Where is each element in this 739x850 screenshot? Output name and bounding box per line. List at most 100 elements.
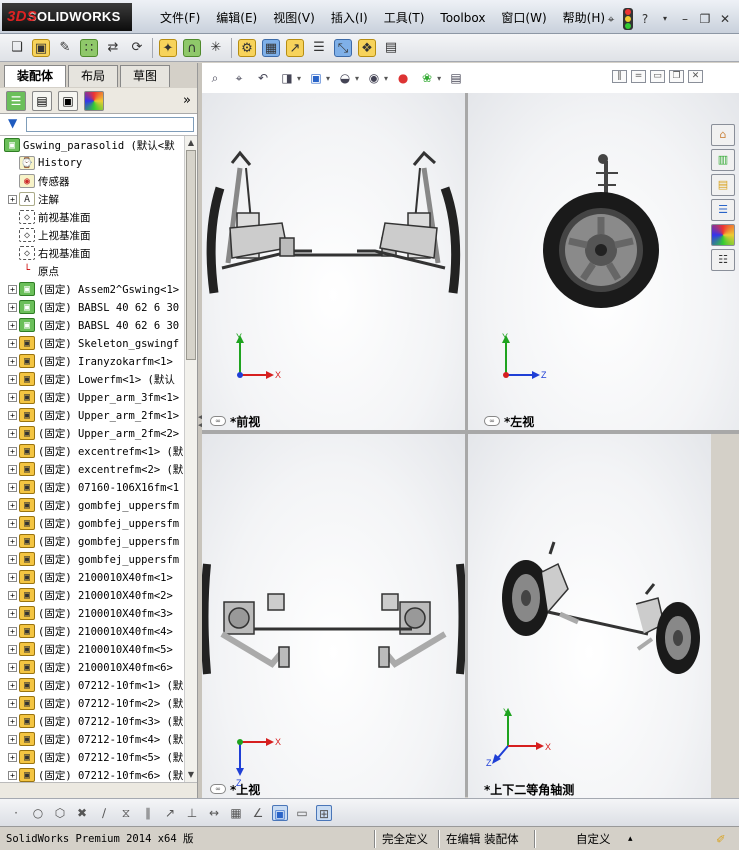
chevron-down-icon[interactable]: ▾ [657, 11, 673, 27]
expand-toggle-icon[interactable]: + [8, 536, 17, 546]
four-view-layout-icon[interactable]: ⊞ [316, 804, 332, 821]
home-icon[interactable]: ⌂ [711, 124, 735, 146]
expand-toggle-icon[interactable]: + [8, 572, 17, 582]
expand-toggle-icon[interactable]: + [8, 698, 17, 708]
expand-toggle-icon[interactable]: + [8, 428, 17, 438]
smart-fastener-icon[interactable]: ∷ [80, 38, 98, 57]
tree-item[interactable]: + ▣ (固定) 07212-10fm<5> (默 [0, 748, 184, 766]
menu-view[interactable]: 视图(V) [265, 9, 323, 27]
minimize-icon[interactable]: – [677, 11, 693, 27]
offset-icon[interactable]: ∥ [140, 805, 156, 821]
tree-item[interactable]: + ▣ (固定) gombfej_uppersfm [0, 532, 184, 550]
custom-properties-icon[interactable]: ☷ [711, 249, 735, 271]
tree-item[interactable]: ◇ 右视基准面 [0, 244, 184, 262]
tree-item[interactable]: + ▣ (固定) Upper_arm_2fm<1> [0, 406, 184, 424]
line-icon[interactable]: ∕ [96, 805, 112, 821]
menu-window[interactable]: 窗口(W) [493, 9, 554, 27]
expand-toggle-icon[interactable]: + [8, 626, 17, 636]
tree-item[interactable]: ⌚ History [0, 154, 184, 172]
tree-item[interactable]: + ▣ (固定) Lowerfm<1> (默认 [0, 370, 184, 388]
hide-show-items-icon[interactable]: ◉ [365, 69, 383, 87]
expand-toggle-icon[interactable]: + [8, 446, 17, 456]
tree-item[interactable]: + ▣ (固定) 07212-10fm<1> (默 [0, 676, 184, 694]
expand-toggle-icon[interactable]: + [8, 734, 17, 744]
polygon-icon[interactable]: ⬡ [52, 805, 68, 821]
chevron-down-icon[interactable]: ▾ [355, 74, 359, 83]
dimension-icon[interactable]: ↔ [206, 805, 222, 821]
shaded-view-icon[interactable]: ▣ [272, 804, 288, 821]
section-view-icon[interactable]: ◨ [278, 69, 296, 87]
expand-toggle-icon[interactable]: + [8, 320, 17, 330]
viewport-front[interactable]: Y X ∞ *前视 [202, 93, 465, 430]
chevron-right-icon[interactable]: » [183, 93, 191, 108]
configuration-manager-icon[interactable]: ▣ [58, 90, 78, 111]
chevron-down-icon[interactable]: ▾ [297, 74, 301, 83]
tree-item[interactable]: ◇ 上视基准面 [0, 226, 184, 244]
open-assembly-icon[interactable]: ▣ [32, 38, 50, 57]
menu-insert[interactable]: 插入(I) [323, 9, 376, 27]
exploded-view-icon[interactable]: ⤡ [334, 38, 352, 57]
single-view-icon[interactable]: ▭ [650, 70, 665, 83]
grid-icon[interactable]: ▦ [228, 805, 244, 821]
restore-icon[interactable]: ❐ [697, 11, 713, 27]
bill-of-materials-icon[interactable]: ☰ [310, 39, 328, 57]
view-orientation-icon[interactable]: ▣ [307, 69, 325, 87]
tree-item[interactable]: + ▣ (固定) Assem2^Gswing<1> [0, 280, 184, 298]
tree-horizontal-scrollbar[interactable] [0, 782, 197, 798]
tab-layout[interactable]: 布局 [68, 65, 119, 87]
tree-item[interactable]: + ▣ (固定) Upper_arm_3fm<1> [0, 388, 184, 406]
mate-icon[interactable]: ∩ [183, 38, 201, 57]
viewport-close-icon[interactable]: ✕ [688, 70, 703, 83]
expand-toggle-icon[interactable]: + [8, 716, 17, 726]
expand-toggle-icon[interactable]: + [8, 752, 17, 762]
scroll-down-icon[interactable]: ▼ [186, 769, 196, 781]
expand-toggle-icon[interactable]: + [8, 590, 17, 600]
tree-item[interactable]: ◉ 传感器 [0, 172, 184, 190]
tab-sketch[interactable]: 草图 [120, 65, 171, 87]
move-component-icon[interactable]: ⇄ [104, 39, 122, 57]
viewport-link-icon[interactable]: ∞ [210, 416, 226, 426]
expand-toggle-icon[interactable]: + [8, 410, 17, 420]
menu-edit[interactable]: 编辑(E) [208, 9, 265, 27]
expand-toggle-icon[interactable]: + [8, 302, 17, 312]
split-horizontal-icon[interactable]: ‖ [612, 70, 627, 83]
instant3d-icon[interactable]: ❖ [358, 38, 376, 57]
tree-item[interactable]: + ▣ (固定) gombfej_uppersfm [0, 496, 184, 514]
rebuild-status-icon[interactable] [623, 8, 633, 30]
tree-item[interactable]: ◇ 前视基准面 [0, 208, 184, 226]
hidden-lines-icon[interactable]: ▭ [294, 805, 310, 821]
tree-item[interactable]: + ▣ (固定) gombfej_uppersfm [0, 514, 184, 532]
relation-icon[interactable]: ⊥ [184, 805, 200, 821]
reference-geometry-icon[interactable]: ▦ [262, 38, 280, 57]
tree-item[interactable]: + ▣ (固定) 07212-10fm<6> (默 [0, 766, 184, 782]
tree-item[interactable]: + A 注解 [0, 190, 184, 208]
new-motion-study-icon[interactable]: ↗ [286, 38, 304, 57]
rotate-component-icon[interactable]: ⟳ [128, 39, 146, 57]
tree-item[interactable]: + ▣ (固定) Upper_arm_2fm<2> [0, 424, 184, 442]
view-settings-icon[interactable]: ▤ [447, 69, 465, 87]
menu-toolbox[interactable]: Toolbox [432, 9, 493, 27]
expand-toggle-icon[interactable]: + [8, 644, 17, 654]
angle-icon[interactable]: ∠ [250, 805, 266, 821]
circle-icon[interactable]: ○ [30, 805, 46, 821]
expand-toggle-icon[interactable]: + [8, 374, 17, 384]
tree-item[interactable]: + ▣ (固定) 2100010X40fm<6> [0, 658, 184, 676]
mirror-icon[interactable]: ⧖ [118, 805, 134, 821]
split-vertical-icon[interactable]: = [631, 70, 646, 83]
viewport-restore-icon[interactable]: ❐ [669, 70, 684, 83]
design-library-icon[interactable]: ▥ [711, 149, 735, 171]
tree-item[interactable]: + ▣ (固定) 2100010X40fm<4> [0, 622, 184, 640]
viewport-top[interactable]: X Z ∞ *上视 [202, 434, 465, 798]
viewport-link-icon[interactable]: ∞ [484, 416, 500, 426]
tree-item[interactable]: + ▣ (固定) 07212-10fm<2> (默 [0, 694, 184, 712]
viewport-link-icon[interactable]: ∞ [210, 784, 226, 794]
property-manager-icon[interactable]: ▤ [32, 90, 52, 111]
tree-root[interactable]: ▣ Gswing_parasolid (默认<默 [0, 136, 184, 154]
convert-entities-icon[interactable]: ↗ [162, 805, 178, 821]
tree-item[interactable]: + ▣ (固定) 07212-10fm<3> (默 [0, 712, 184, 730]
tree-item[interactable]: + ▣ (固定) 2100010X40fm<1> [0, 568, 184, 586]
tree-item[interactable]: + ▣ (固定) 2100010X40fm<5> [0, 640, 184, 658]
point-icon[interactable]: · [8, 805, 24, 821]
expand-toggle-icon[interactable]: + [8, 392, 17, 402]
previous-view-icon[interactable]: ↶ [254, 69, 272, 87]
